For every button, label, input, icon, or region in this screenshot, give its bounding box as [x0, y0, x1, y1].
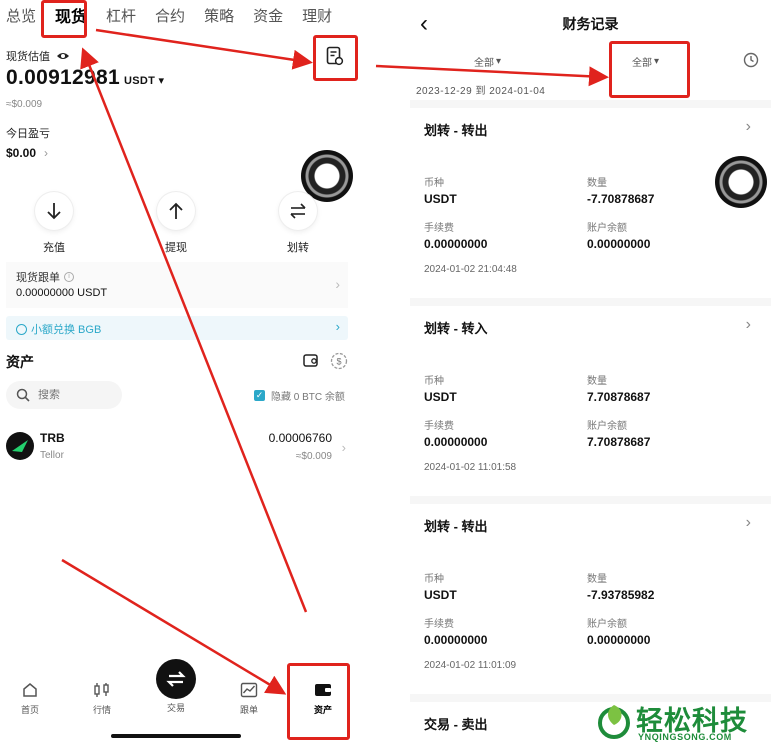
nav-trade-label: 交易 [166, 703, 185, 713]
highlight-spot-tab [41, 0, 87, 38]
page-title: 财务记录 [562, 16, 619, 32]
records-header: ‹ 财务记录 全部 ▾ 全部 ▾ 2023-12-29 到 2024-01-04 [410, 0, 771, 100]
nav-trade-button[interactable] [156, 659, 196, 699]
nav-copy-trading[interactable]: 跟单 [229, 680, 269, 716]
trade-icon [166, 671, 186, 687]
highlight-record-icon [313, 35, 358, 81]
spot-estimate-value: 0.00912981 USDT ▾ [6, 66, 165, 89]
tab-overview[interactable]: 总览 [6, 5, 36, 26]
small-convert-bgb-banner[interactable]: 小额兑换 BGB › [6, 316, 348, 340]
record-card[interactable]: 划转 - 转入 › 币种 USDT 数量 7.70878687 手续费 0.00… [410, 306, 771, 496]
chevron-right-icon: › [44, 146, 49, 160]
spot-estimate-label: 现货估值 [6, 48, 70, 64]
spot-copy-trade-card[interactable]: 现货跟单 i 0.00000000 USDT › [6, 262, 348, 308]
candlestick-icon [94, 683, 109, 697]
withdraw-button[interactable]: 提现 [146, 192, 206, 255]
record-card[interactable]: 划转 - 转出 › 币种 USDT 数量 -7.70878687 手续费 0.0… [410, 108, 771, 298]
chevron-right-icon: › [341, 440, 346, 455]
home-icon [23, 683, 37, 697]
convert-icon [16, 323, 27, 335]
svg-text:$: $ [336, 357, 341, 367]
transfer-button[interactable]: 划转 [268, 192, 328, 255]
highlight-filter [609, 41, 690, 98]
trb-logo-icon [6, 432, 34, 460]
home-indicator [111, 734, 241, 738]
chevron-right-icon: › [745, 316, 751, 333]
currency-convert-icon[interactable]: $ [330, 352, 348, 370]
caret-down-icon: ▾ [496, 56, 502, 67]
spot-estimate-fiat: ≈$0.009 [6, 99, 43, 110]
tab-funding[interactable]: 资金 [253, 5, 283, 26]
copy-chart-icon [240, 682, 258, 698]
chevron-right-icon: › [745, 514, 751, 531]
filter-type-dropdown[interactable]: 全部 ▾ [474, 54, 501, 69]
floating-assistant-icon[interactable] [715, 156, 767, 208]
clock-icon[interactable] [743, 52, 759, 68]
assets-section-title: 资产 [6, 354, 34, 370]
currency-unit-dropdown[interactable]: USDT ▾ [124, 74, 164, 87]
chevron-right-icon: › [335, 276, 340, 292]
watermark-logo: 轻松科技 YNQINGSONG.COM [594, 697, 771, 745]
wallet-history-icon[interactable] [303, 353, 319, 368]
nav-home[interactable]: 首页 [10, 680, 50, 716]
nav-market[interactable]: 行情 [82, 680, 122, 716]
search-input[interactable] [38, 389, 108, 401]
transfer-icon [279, 192, 317, 230]
pnl-label: 今日盈亏 [6, 128, 50, 140]
eye-icon[interactable] [56, 51, 70, 61]
chevron-right-icon: › [745, 118, 751, 135]
checkbox-checked-icon[interactable]: ✓ [254, 390, 265, 401]
tab-earn[interactable]: 理财 [302, 5, 332, 26]
highlight-assets-nav [287, 663, 350, 740]
pnl-value[interactable]: $0.00 › [6, 146, 48, 160]
record-card[interactable]: 划转 - 转出 › 币种 USDT 数量 -7.93785982 手续费 0.0… [410, 504, 771, 694]
financial-records-screen: ‹ 财务记录 全部 ▾ 全部 ▾ 2023-12-29 到 2024-01-04… [410, 0, 771, 745]
arrow-up-icon [157, 192, 195, 230]
deposit-button[interactable]: 充值 [24, 192, 84, 255]
asset-search[interactable] [6, 381, 122, 409]
asset-row-trb[interactable]: TRB Tellor 0.00006760 ≈$0.009 › [6, 428, 348, 468]
hide-zero-balance-toggle[interactable]: ✓ 隐藏 0 BTC 余额 [254, 388, 345, 403]
search-icon [16, 388, 30, 402]
info-icon[interactable]: i [64, 272, 74, 282]
leaf-logo-icon [598, 705, 630, 739]
tab-strategy[interactable]: 策略 [204, 5, 234, 26]
date-range[interactable]: 2023-12-29 到 2024-01-04 [416, 82, 545, 97]
caret-down-icon: ▾ [158, 75, 165, 87]
chevron-right-icon: › [335, 319, 340, 334]
arrow-down-icon [35, 192, 73, 230]
tab-futures[interactable]: 合约 [155, 5, 185, 26]
tab-margin[interactable]: 杠杆 [106, 5, 136, 26]
spot-assets-screen: 总览 现货 杠杆 合约 策略 资金 理财 现货估值 0.00912981 USD… [0, 0, 353, 745]
